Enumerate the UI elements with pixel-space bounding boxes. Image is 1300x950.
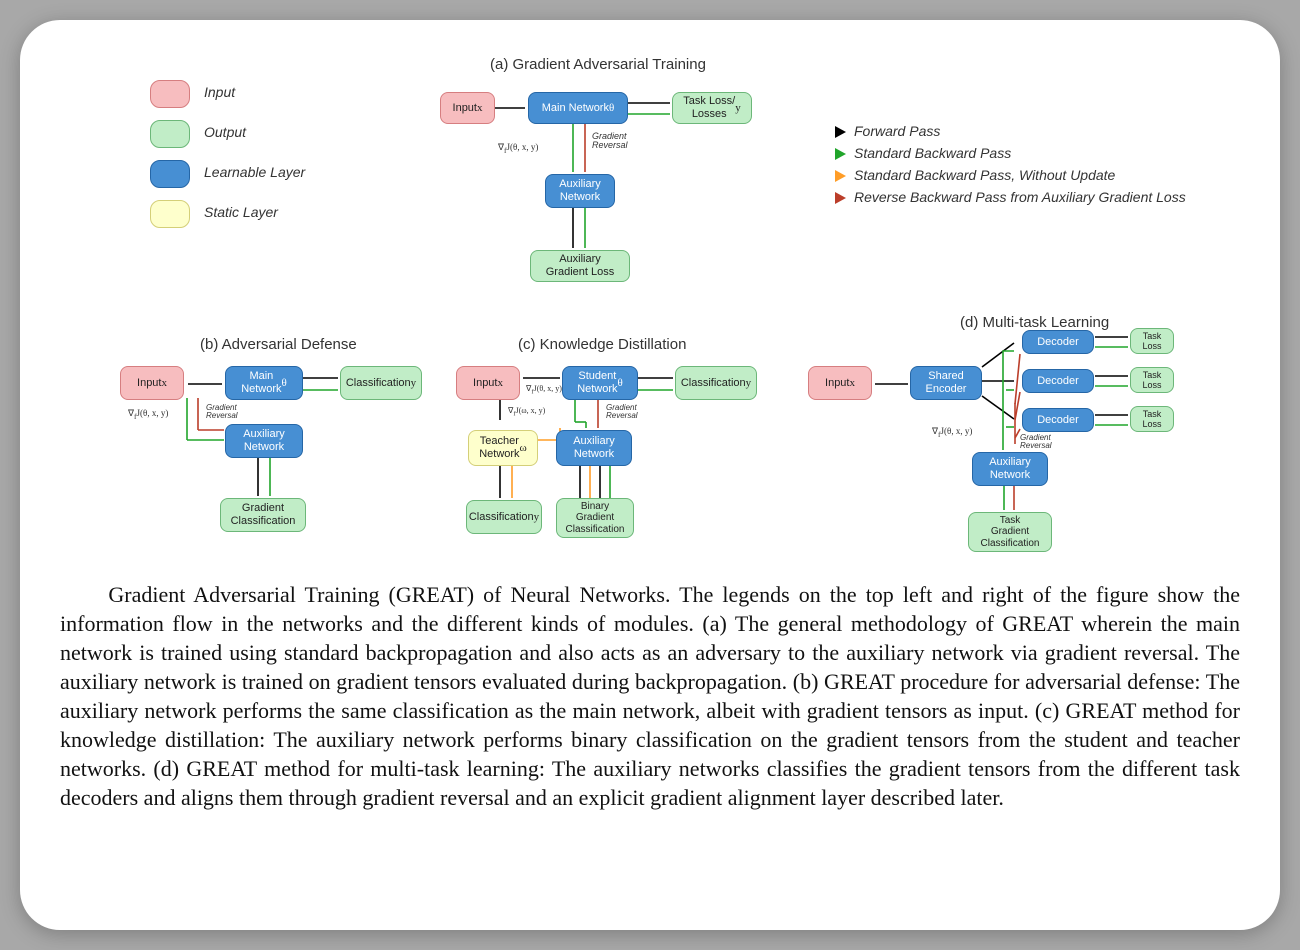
- title-a: (a) Gradient Adversarial Training: [490, 56, 706, 73]
- d-shared-encoder: SharedEncoder: [910, 366, 982, 400]
- a-input: Inputx: [440, 92, 495, 124]
- legend-label-input: Input: [204, 84, 235, 100]
- b-main-network: MainNetwork θ: [225, 366, 303, 400]
- a-gradrev: GradientReversal: [592, 132, 628, 151]
- legend-label-static: Static Layer: [204, 204, 278, 220]
- a-aux-network: AuxiliaryNetwork: [545, 174, 615, 208]
- title-d: (d) Multi-task Learning: [960, 314, 1109, 331]
- d-decoder-1: Decoder: [1022, 330, 1094, 354]
- d-decoder-3: Decoder: [1022, 408, 1094, 432]
- a-main-network: Main Networkθ: [528, 92, 628, 124]
- figure-caption: Gradient Adversarial Training (GREAT) of…: [20, 580, 1280, 836]
- legend-arrow-rev-icon: [835, 192, 846, 204]
- legend-arrow-back-noupdate-icon: [835, 170, 846, 182]
- d-gradrev: GradientReversal: [1020, 434, 1052, 451]
- c-gradJtheta: ∇fJ(θ, x, y): [526, 384, 562, 396]
- legend-arrow-forward: Forward Pass: [854, 123, 940, 139]
- legend-arrow-forward-icon: [835, 126, 846, 138]
- legend-arrow-rev: Reverse Backward Pass from Auxiliary Gra…: [854, 189, 1186, 205]
- c-classification-y-bottom: Classificationy: [466, 500, 542, 534]
- d-gradJ: ∇fJ(θ, x, y): [932, 426, 972, 439]
- c-binary-grad-classification: BinaryGradientClassification: [556, 498, 634, 538]
- title-b: (b) Adversarial Defense: [200, 336, 357, 353]
- c-classification: Classificationy: [675, 366, 757, 400]
- d-aux-network: AuxiliaryNetwork: [972, 452, 1048, 486]
- d-task-loss-2: TaskLoss: [1130, 367, 1174, 393]
- a-gradJ: ∇fJ(θ, x, y): [498, 142, 538, 155]
- legend-arrow-back: Standard Backward Pass: [854, 145, 1011, 161]
- legend-arrow-back-noupdate: Standard Backward Pass, Without Update: [854, 167, 1115, 183]
- d-task-loss-3: TaskLoss: [1130, 406, 1174, 432]
- b-grad-classification: GradientClassification: [220, 498, 306, 532]
- c-gradrev: GradientReversal: [606, 404, 638, 421]
- legend-swatch-output: [150, 120, 190, 148]
- c-aux-network: AuxiliaryNetwork: [556, 430, 632, 466]
- d-input: Inputx: [808, 366, 872, 400]
- c-teacher-network: TeacherNetwork ω: [468, 430, 538, 466]
- b-aux-network: AuxiliaryNetwork: [225, 424, 303, 458]
- c-gradJomega: ∇fJ(ω, x, y): [508, 406, 545, 418]
- legend-label-output: Output: [204, 124, 246, 140]
- b-input: Inputx: [120, 366, 184, 400]
- c-student-network: StudentNetwork θ: [562, 366, 638, 400]
- c-input: Inputx: [456, 366, 520, 400]
- a-aux-grad-loss: AuxiliaryGradient Loss: [530, 250, 630, 282]
- b-gradrev: GradientReversal: [206, 404, 238, 421]
- legend-swatch-input: [150, 80, 190, 108]
- b-classification: Classificationy: [340, 366, 422, 400]
- legend-swatch-static: [150, 200, 190, 228]
- b-gradJ: ∇fJ(θ, x, y): [128, 408, 168, 421]
- d-task-grad-classification: TaskGradientClassification: [968, 512, 1052, 552]
- d-decoder-2: Decoder: [1022, 369, 1094, 393]
- a-task-loss: Task Loss/Losses y: [672, 92, 752, 124]
- figure-page: Input Output Learnable Layer Static Laye…: [20, 20, 1280, 930]
- legend-swatch-learnable: [150, 160, 190, 188]
- diagram-canvas: Input Output Learnable Layer Static Laye…: [20, 20, 1280, 580]
- legend-label-learnable: Learnable Layer: [204, 164, 305, 180]
- title-c: (c) Knowledge Distillation: [518, 336, 686, 353]
- d-task-loss-1: TaskLoss: [1130, 328, 1174, 354]
- legend-arrow-back-icon: [835, 148, 846, 160]
